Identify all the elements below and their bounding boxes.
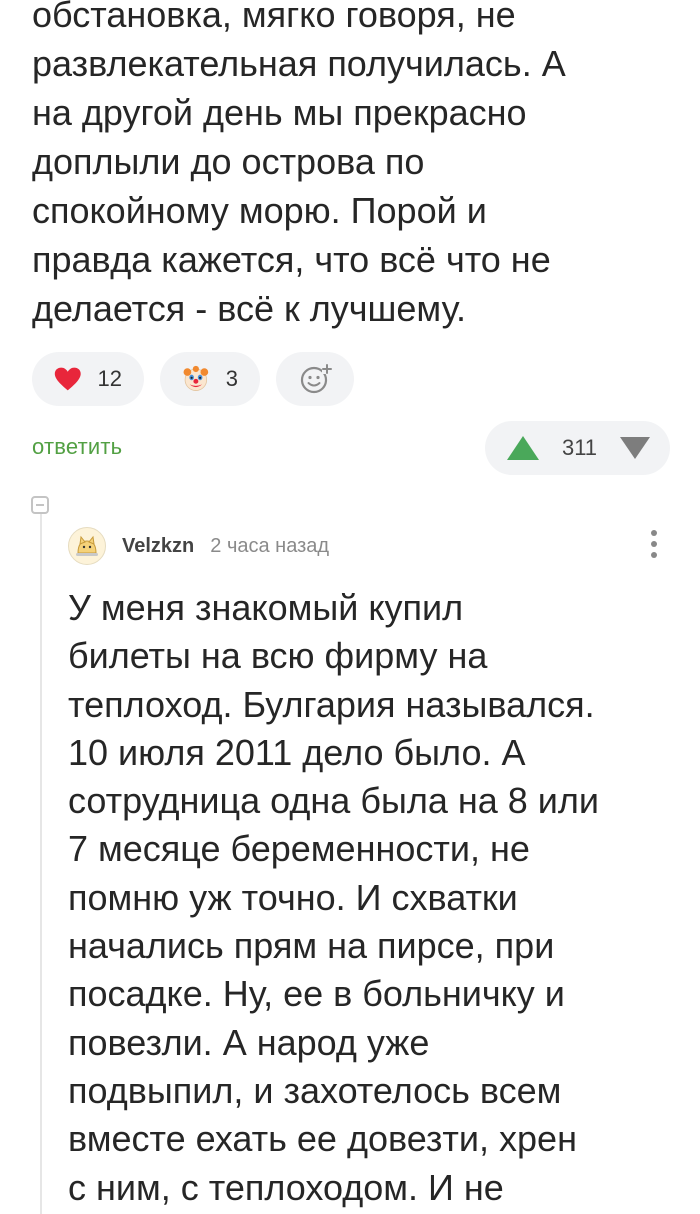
add-reaction-button[interactable] xyxy=(276,352,354,406)
more-options-icon[interactable] xyxy=(650,530,658,562)
heart-icon xyxy=(54,367,81,391)
comment-text-line: 10 июля 2011 дело было. А xyxy=(68,731,526,773)
reply-link[interactable]: ответить xyxy=(32,434,122,460)
comment-text-line: с ним, с теплоходом. И не xyxy=(68,1166,504,1208)
reaction-heart-button[interactable]: 12 xyxy=(32,352,144,406)
clown-count: 3 xyxy=(225,366,238,391)
comment-text-line: У меня знакомый купил xyxy=(68,587,464,628)
comment-header: Velzkzn 2 часа назад xyxy=(68,526,668,566)
reactions-bar: 12 3 xyxy=(32,352,354,406)
post-text-line: обстановка, мягко говоря, не xyxy=(32,0,516,35)
comment-text-line: вместе ехать ее довезти, хрен xyxy=(68,1118,577,1160)
dot xyxy=(651,552,657,558)
reaction-clown-button[interactable]: 3 xyxy=(160,352,260,406)
thread-line[interactable] xyxy=(40,514,42,1214)
collapse-thread-button[interactable] xyxy=(31,496,49,514)
add-emoji-icon xyxy=(300,364,332,394)
comment-time: 2 часа назад xyxy=(210,534,330,557)
comment-author[interactable]: Velzkzn xyxy=(122,535,194,558)
comment-text-line: повезли. А народ уже xyxy=(68,1021,430,1063)
comment-text-line: начались прям на пирсе, при xyxy=(68,925,555,967)
post-text-line: делается - всё к лучшему. xyxy=(32,288,466,329)
comment-text-line: посадке. Ну, ее в больничку и xyxy=(68,973,565,1015)
post-text-line: правда кажется, что всё что не xyxy=(32,239,551,280)
downvote-arrow-icon[interactable] xyxy=(618,435,652,461)
dot xyxy=(651,541,657,547)
comment-text-line: подвыпил, и захотелось всем xyxy=(68,1069,562,1111)
post-text: обстановка, мягко говоря, не развлекател… xyxy=(32,0,682,333)
clown-face-icon xyxy=(183,365,209,391)
heart-count: 12 xyxy=(97,366,122,391)
dot xyxy=(651,530,657,536)
comment-text-line: билеты на всю фирму на xyxy=(68,635,488,677)
comment-text-line: теплоход. Булгария назывался. xyxy=(68,683,595,725)
comment-text-line: 7 месяце беременности, не xyxy=(68,828,530,870)
post-text-line: развлекательная получилась. А xyxy=(32,43,566,84)
post-text-line: доплыли до острова по xyxy=(32,141,425,182)
post-text-line: на другой день мы прекрасно xyxy=(32,92,527,133)
upvote-arrow-icon[interactable] xyxy=(505,434,541,462)
cat-avatar-icon xyxy=(76,535,98,556)
rating-value: 311 xyxy=(561,435,598,460)
comment-text-line: помню уж точно. И схватки xyxy=(68,876,518,918)
comment-text: У меня знакомый купил билеты на всю фирм… xyxy=(68,584,688,1212)
avatar[interactable] xyxy=(68,527,106,565)
post-text-line: спокойному морю. Порой и xyxy=(32,190,487,231)
comment-text-line: сотрудница одна была на 8 или xyxy=(68,780,599,822)
rating-widget: 311 xyxy=(485,421,670,475)
